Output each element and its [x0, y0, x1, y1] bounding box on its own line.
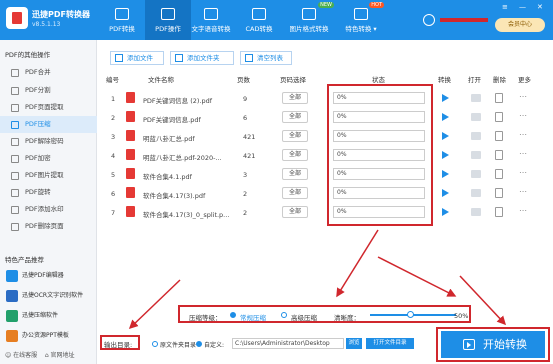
arrow-to-compression — [336, 229, 379, 298]
compression-level-label: 压缩等级： — [189, 314, 222, 322]
start-play-icon — [463, 339, 475, 350]
high-compression-label: 高级压缩 — [291, 314, 317, 322]
start-convert-button[interactable]: 开始转换 — [441, 331, 545, 358]
open-output-folder-button[interactable]: 打开文件目录 — [366, 338, 414, 349]
output-dir-label: 输出目录: — [104, 341, 133, 349]
clarity-slider-knob[interactable] — [407, 311, 414, 318]
normal-compression-label: 常规压缩 — [240, 314, 266, 322]
original-folder-label: 原文件夹目录 — [160, 342, 197, 349]
normal-compression-radio[interactable] — [230, 312, 236, 318]
clarity-value: 50% — [454, 312, 469, 320]
browse-button[interactable]: 浏览 — [346, 338, 362, 349]
arrow-to-clarity — [377, 256, 457, 297]
custom-folder-radio[interactable] — [196, 341, 202, 347]
output-path-input[interactable]: C:\Users\Administrator\Desktop — [232, 338, 344, 349]
custom-folder-label: 自定义: — [204, 342, 225, 349]
clarity-label: 清晰度： — [334, 314, 360, 322]
high-compression-radio[interactable] — [281, 312, 287, 318]
original-folder-radio[interactable] — [152, 341, 158, 347]
arrow-to-output — [128, 279, 181, 330]
